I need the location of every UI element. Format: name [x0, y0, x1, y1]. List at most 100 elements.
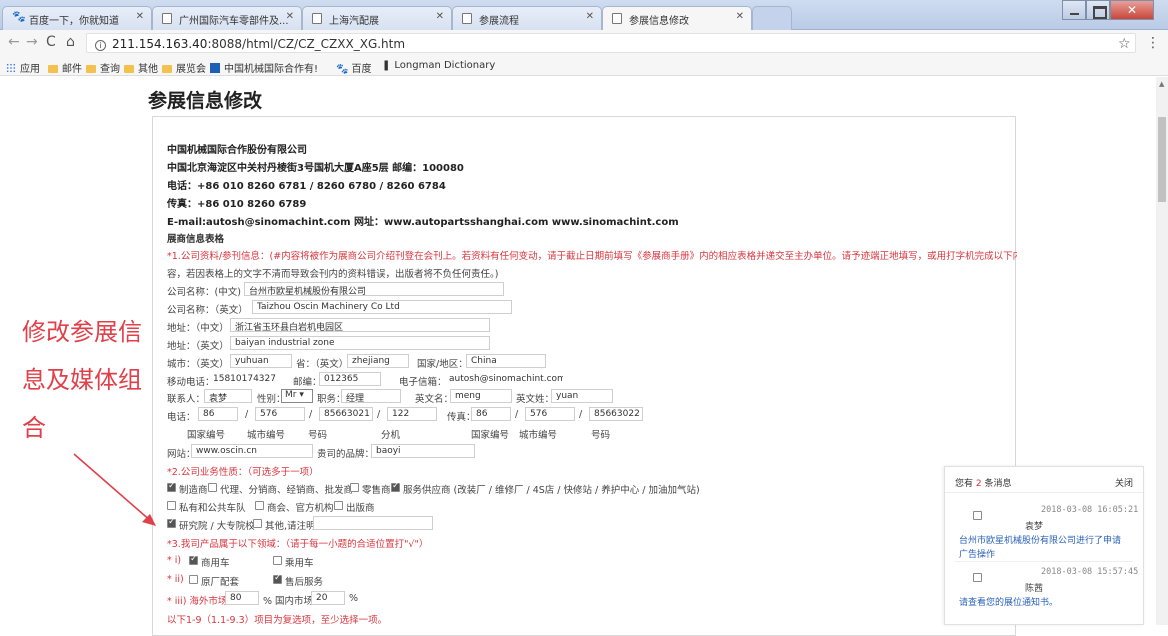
checkbox-service[interactable]	[391, 481, 400, 492]
checkbox-manufacturer[interactable]	[167, 481, 176, 492]
label-country: 国家/地区：	[417, 359, 468, 370]
message-link[interactable]: 台州市欧星机械股份有限公司进行了申请	[959, 533, 1121, 546]
position-input[interactable]: 经理	[341, 389, 401, 403]
tab-shanghai[interactable]: 上海汽配展 ✕	[302, 6, 452, 30]
contact-input[interactable]: 袁梦	[204, 389, 252, 403]
bookmark-other[interactable]: 其他	[124, 60, 158, 75]
checkbox-aftermarket[interactable]	[273, 573, 282, 584]
checkbox-retailer[interactable]	[350, 483, 359, 492]
website-input[interactable]: www.oscin.cn	[191, 444, 313, 458]
scroll-up-icon[interactable]: ▲	[1159, 80, 1164, 88]
section-title: 展商信息表格	[167, 234, 225, 245]
company-phone: 电话：+86 010 8260 6781 / 8260 6780 / 8260 …	[167, 181, 446, 192]
close-icon[interactable]: ✕	[286, 11, 294, 22]
city-en-input[interactable]: yuhuan	[230, 354, 292, 368]
checkbox-fleet[interactable]	[167, 501, 176, 510]
tab-edit-info[interactable]: 参展信息修改 ✕	[602, 6, 752, 30]
close-icon[interactable]: ✕	[436, 11, 444, 22]
checkbox-oem[interactable]	[189, 575, 198, 584]
checkbox-passenger[interactable]	[273, 556, 282, 565]
page-icon	[462, 13, 472, 24]
forward-arrow-icon[interactable]: →	[26, 34, 38, 50]
divider	[955, 561, 1133, 562]
tel-number-input[interactable]: 85663021	[319, 407, 373, 421]
scrollbar-thumb[interactable]	[1158, 117, 1166, 202]
menu-kebab-icon[interactable]: ⋮	[1146, 35, 1160, 51]
fax-country-input[interactable]: 86	[471, 407, 511, 421]
page-icon	[162, 13, 172, 24]
bookmark-expo[interactable]: 展览会	[162, 60, 206, 75]
vertical-scrollbar[interactable]: ▲	[1156, 77, 1168, 625]
close-icon[interactable]: ✕	[136, 11, 144, 22]
home-icon[interactable]: ⌂	[66, 34, 75, 50]
brand-input[interactable]: baoyi	[371, 444, 475, 458]
close-icon[interactable]: ✕	[586, 11, 594, 22]
label-addr-en: 地址：（英文）	[167, 341, 229, 352]
company-name-cn-input[interactable]: 台州市欧星机械股份有限公司	[244, 282, 504, 296]
sub-label-country: 国家编号	[471, 430, 510, 441]
tab-baidu[interactable]: 🐾 百度一下，你就知道 ✕	[2, 6, 152, 30]
country-input[interactable]: China	[466, 354, 546, 368]
tel-ext-input[interactable]: 122	[387, 407, 437, 421]
domestic-market-input[interactable]: 20	[311, 591, 345, 605]
checkbox-other[interactable]	[253, 519, 262, 528]
company-fax: 传真：+86 010 8260 6789	[167, 199, 307, 210]
note-line-1: *1.公司资料/参刊信息：(#内容将被作为展商公司介绍刊登在会刊上。若资料有任何…	[167, 251, 1017, 262]
gender-select[interactable]: Mr ▾	[281, 389, 313, 403]
message-checkbox[interactable]	[973, 573, 982, 582]
message-link-cont[interactable]: 广告操作	[959, 547, 995, 560]
bookmark-longman[interactable]: ❚ Longman Dictionary	[382, 60, 495, 71]
bookmark-baidu[interactable]: 🐾 百度	[336, 60, 371, 75]
en-name-input[interactable]: meng	[450, 389, 512, 403]
bookmark-mail[interactable]: 邮件	[48, 60, 82, 75]
message-checkbox[interactable]	[973, 511, 982, 520]
en-surname-input[interactable]: yuan	[551, 389, 613, 403]
messages-prefix: 您有	[955, 479, 974, 489]
bookmark-label: 百度	[351, 64, 372, 75]
fax-city-input[interactable]: 576	[525, 407, 575, 421]
mobile-input[interactable]: 15810174327	[208, 372, 288, 386]
q3-i-label: * i)	[167, 555, 182, 566]
url-input[interactable]: i 211.154.163.40:8088/html/CZ/CZ_CZXX_XG.…	[86, 33, 1136, 53]
reload-icon[interactable]: C	[46, 34, 56, 50]
messages-suffix: 条消息	[984, 479, 1012, 489]
slash: /	[309, 409, 313, 420]
message-link[interactable]: 请查看您的展位通知书。	[959, 595, 1058, 608]
bookmark-apps[interactable]: 应用	[6, 60, 40, 75]
opt-fleet-label: 私有和公共车队	[179, 503, 246, 514]
info-icon[interactable]: i	[95, 40, 106, 51]
tel-city-input[interactable]: 576	[255, 407, 305, 421]
checkbox-agents[interactable]	[208, 483, 217, 492]
opt-research-label: 研究院 / 大专院校	[179, 521, 255, 532]
folder-icon	[48, 65, 58, 73]
checkbox-publisher[interactable]	[334, 501, 343, 510]
new-tab-button[interactable]	[752, 6, 792, 30]
email-input[interactable]: autosh@sinomachint.com	[444, 372, 564, 386]
tab-guangzhou[interactable]: 广州国际汽车零部件及... ✕	[152, 6, 302, 30]
overseas-market-input[interactable]: 80	[225, 591, 259, 605]
bookmark-cmc[interactable]: 中国机械国际合作有!	[210, 60, 318, 75]
bookmark-query[interactable]: 查询	[86, 60, 120, 75]
address-en-input[interactable]: baiyan industrial zone	[230, 336, 490, 350]
checkbox-research[interactable]	[167, 517, 176, 528]
fax-number-input[interactable]: 85663022	[589, 407, 643, 421]
bookmark-star-icon[interactable]: ☆	[1118, 36, 1131, 52]
checkbox-assoc[interactable]	[255, 501, 264, 510]
close-window-button[interactable]: ✕	[1110, 0, 1154, 20]
address-cn-input[interactable]: 浙江省玉环县白岩机电园区	[230, 318, 490, 332]
bookmark-label: 中国机械国际合作有!	[224, 64, 319, 75]
province-en-input[interactable]: zhejiang	[347, 354, 409, 368]
maximize-button[interactable]	[1086, 0, 1110, 20]
checkbox-commercial[interactable]	[189, 554, 198, 565]
company-name-en-input[interactable]: Taizhou Oscin Machinery Co Ltd	[252, 300, 512, 314]
tab-process[interactable]: 参展流程 ✕	[452, 6, 602, 30]
tel-country-input[interactable]: 86	[198, 407, 238, 421]
opt-assoc-label: 商会、官方机构	[267, 503, 334, 514]
messages-close-button[interactable]: 关闭	[1115, 476, 1133, 489]
zip-input[interactable]: 012365	[319, 372, 381, 386]
back-arrow-icon[interactable]: ←	[8, 34, 20, 50]
sub-label-country: 国家编号	[187, 430, 226, 441]
close-icon[interactable]: ✕	[736, 11, 744, 22]
other-specify-input[interactable]	[313, 516, 433, 530]
minimize-button[interactable]	[1062, 0, 1086, 20]
